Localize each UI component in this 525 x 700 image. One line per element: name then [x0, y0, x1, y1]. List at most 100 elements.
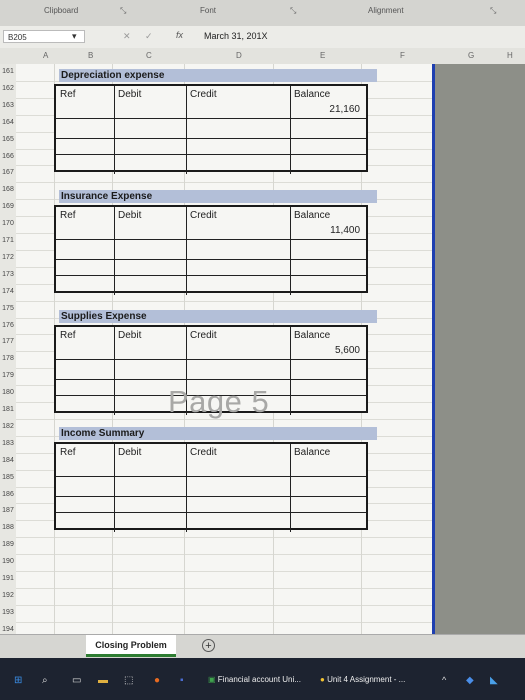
- grid-line: [16, 300, 435, 302]
- cancel-icon[interactable]: ✕: [123, 31, 131, 42]
- word-icon[interactable]: ▪: [180, 675, 184, 686]
- taskbar-item-excel[interactable]: ▣ Financial account Uni...: [208, 672, 301, 688]
- row-header[interactable]: 174: [0, 288, 16, 295]
- row-header[interactable]: 183: [0, 440, 16, 447]
- row-header[interactable]: 166: [0, 153, 16, 160]
- column-header[interactable]: C: [146, 51, 152, 60]
- column-label-debit: Debit: [118, 210, 142, 221]
- grid-line: [16, 571, 435, 572]
- row-header[interactable]: 163: [0, 102, 16, 109]
- balance-value: 11,400: [330, 225, 360, 236]
- row-header[interactable]: 181: [0, 406, 16, 413]
- row-header[interactable]: 177: [0, 338, 16, 345]
- account-table[interactable]: Ref Debit Credit Balance 21,160: [54, 84, 368, 174]
- row-headers: 161 162 163 164 165 166 167 168 169 170 171 172 173 1…: [0, 64, 16, 634]
- column-header[interactable]: E: [320, 51, 325, 60]
- windows-start-icon[interactable]: ⊞: [14, 675, 22, 686]
- row-header[interactable]: 182: [0, 423, 16, 430]
- row-header[interactable]: 193: [0, 609, 16, 616]
- file-explorer-icon[interactable]: ▬: [98, 675, 108, 686]
- row-header[interactable]: 172: [0, 254, 16, 261]
- row-header[interactable]: 167: [0, 169, 16, 176]
- table-divider: [186, 444, 187, 532]
- table-row-line: [56, 275, 366, 276]
- row-header[interactable]: 169: [0, 203, 16, 210]
- table-row-line: [56, 379, 366, 380]
- chrome-icon: ●: [320, 675, 325, 684]
- table-divider: [114, 444, 115, 532]
- store-icon[interactable]: ⬚: [124, 675, 133, 686]
- account-title: Depreciation expense: [59, 69, 377, 82]
- app-icon[interactable]: ●: [154, 675, 160, 686]
- account-table[interactable]: Ref Debit Credit Balance: [54, 442, 368, 532]
- row-header[interactable]: 168: [0, 186, 16, 193]
- table-row-line: [56, 512, 366, 513]
- table-divider: [290, 327, 291, 415]
- page-watermark: Page 5: [168, 384, 270, 419]
- grid-line: [16, 537, 435, 539]
- column-header[interactable]: H: [507, 51, 513, 60]
- table-row-line: [56, 154, 366, 155]
- row-header[interactable]: 184: [0, 457, 16, 464]
- row-header[interactable]: 189: [0, 541, 16, 548]
- row-header[interactable]: 190: [0, 558, 16, 565]
- row-header[interactable]: 186: [0, 491, 16, 498]
- row-header[interactable]: 164: [0, 119, 16, 126]
- table-row-line: [56, 496, 366, 497]
- row-header[interactable]: 173: [0, 271, 16, 278]
- row-header[interactable]: 175: [0, 305, 16, 312]
- row-header[interactable]: 178: [0, 355, 16, 362]
- column-header[interactable]: A: [43, 51, 48, 60]
- row-header[interactable]: 165: [0, 136, 16, 143]
- formula-input[interactable]: March 31, 201X: [204, 31, 268, 41]
- table-divider: [114, 86, 115, 174]
- column-label-ref: Ref: [60, 210, 76, 221]
- row-header[interactable]: 188: [0, 524, 16, 531]
- row-header[interactable]: 170: [0, 220, 16, 227]
- row-header[interactable]: 171: [0, 237, 16, 244]
- add-sheet-icon[interactable]: +: [202, 639, 215, 652]
- row-header[interactable]: 192: [0, 592, 16, 599]
- sheet-tab-closing-problem[interactable]: Closing Problem: [86, 635, 176, 657]
- column-header[interactable]: B: [88, 51, 93, 60]
- row-header[interactable]: 179: [0, 372, 16, 379]
- row-header[interactable]: 161: [0, 68, 16, 75]
- balance-value: 21,160: [329, 104, 360, 115]
- column-header[interactable]: D: [236, 51, 242, 60]
- enter-icon[interactable]: ✓: [145, 31, 153, 42]
- column-label-balance: Balance: [294, 330, 331, 341]
- name-box-dropdown-icon[interactable]: ▾: [72, 31, 77, 42]
- task-view-icon[interactable]: ▭: [72, 675, 81, 686]
- tray-app-icon[interactable]: ◆: [466, 675, 474, 686]
- alignment-launcher-icon[interactable]: ⤡: [490, 6, 496, 16]
- column-header[interactable]: G: [468, 51, 474, 60]
- font-launcher-icon[interactable]: ⤡: [290, 6, 296, 16]
- account-table[interactable]: Ref Debit Credit Balance 11,400: [54, 205, 368, 295]
- column-label-balance: Balance: [294, 89, 331, 100]
- row-header[interactable]: 194: [0, 626, 16, 633]
- column-label-credit: Credit: [190, 210, 217, 221]
- row-header[interactable]: 185: [0, 474, 16, 481]
- row-header[interactable]: 180: [0, 389, 16, 396]
- column-label-credit: Credit: [190, 447, 217, 458]
- insert-function-icon[interactable]: fx: [176, 30, 183, 40]
- taskbar-item-chrome[interactable]: ● Unit 4 Assignment - ...: [320, 672, 405, 688]
- search-icon[interactable]: ⌕: [42, 675, 48, 686]
- row-header[interactable]: 187: [0, 507, 16, 514]
- row-header[interactable]: 176: [0, 322, 16, 329]
- alignment-group-label: Alignment: [368, 6, 404, 15]
- windows-taskbar: ⊞ ⌕ ▭ ▬ ⬚ ● ▪ ▣ Financial account Uni...…: [0, 658, 525, 700]
- table-row-line: [56, 476, 366, 477]
- table-row-line: [56, 118, 366, 119]
- row-header[interactable]: 162: [0, 85, 16, 92]
- font-group-label: Font: [200, 6, 217, 15]
- table-divider: [114, 207, 115, 295]
- tray-up-icon[interactable]: ^: [442, 675, 446, 685]
- column-header[interactable]: F: [400, 51, 405, 60]
- clipboard-launcher-icon[interactable]: ⤡: [120, 6, 126, 16]
- column-label-ref: Ref: [60, 447, 76, 458]
- tray-bird-icon[interactable]: ◣: [490, 675, 498, 686]
- table-row-line: [56, 259, 366, 260]
- row-header[interactable]: 191: [0, 575, 16, 582]
- column-label-credit: Credit: [190, 89, 217, 100]
